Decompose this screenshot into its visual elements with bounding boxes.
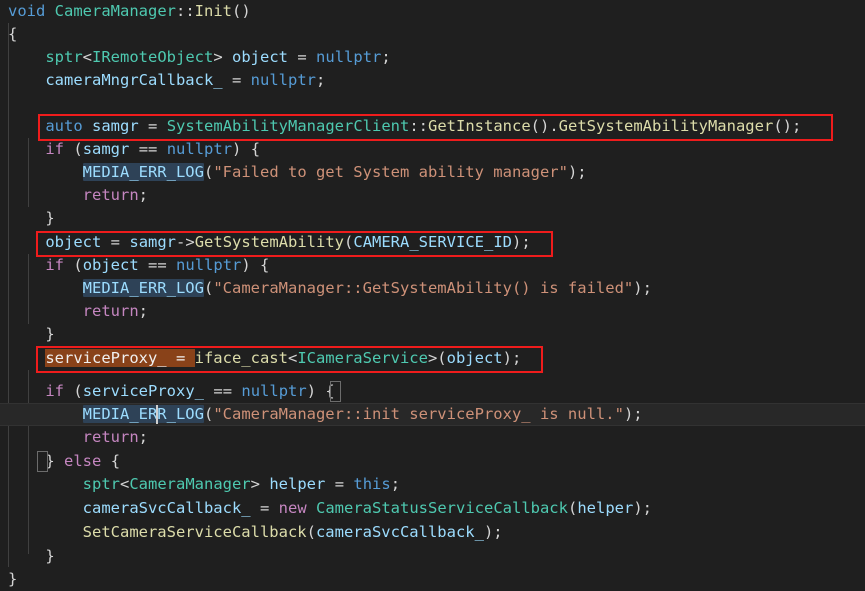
code-line-19[interactable]: return; [0,426,865,449]
code-line-21[interactable]: sptr<CameraManager> helper = this; [0,473,865,496]
code-line-9[interactable]: return; [0,184,865,207]
code-line-25[interactable]: } [0,568,865,591]
code-line-17[interactable]: if (serviceProxy_ == nullptr) { [0,380,865,403]
code-line-24[interactable]: } [0,545,865,568]
code-line-8[interactable]: MEDIA_ERR_LOG("Failed to get System abil… [0,161,865,184]
code-line-11[interactable]: object = samgr->GetSystemAbility(CAMERA_… [0,231,865,254]
token-macro: MEDIA_ERR_LOG [82,163,204,181]
code-line-14[interactable]: return; [0,300,865,323]
code-line-5[interactable] [0,92,865,115]
text-caret [156,405,158,424]
token-keyword: void [8,2,46,20]
code-line-18[interactable]: MEDIA_ERR_LOG("CameraManager::init servi… [0,403,865,426]
token-string: "Failed to get System ability manager" [213,163,568,181]
code-line-13[interactable]: MEDIA_ERR_LOG("CameraManager::GetSystemA… [0,277,865,300]
code-lines[interactable]: void CameraManager::Init() { sptr<IRemot… [0,0,865,591]
code-line-10[interactable]: } [0,207,865,230]
code-line-16[interactable]: serviceProxy_ = iface_cast<ICameraServic… [0,347,865,370]
code-line-12[interactable]: if (object == nullptr) { [0,254,865,277]
token-type: CameraManager [54,2,176,20]
code-line-3[interactable]: sptr<IRemoteObject> object = nullptr; [0,46,865,69]
token-function: Init [194,2,232,20]
selected-text[interactable]: serviceProxy_ = [45,349,195,367]
code-line-22[interactable]: cameraSvcCallback_ = new CameraStatusSer… [0,497,865,520]
code-line-4[interactable]: cameraMngrCallback_ = nullptr; [0,69,865,92]
code-line-23[interactable]: SetCameraServiceCallback(cameraSvcCallba… [0,521,865,544]
code-line-6[interactable]: auto samgr = SystemAbilityManagerClient:… [0,115,865,138]
code-line-1[interactable]: void CameraManager::Init() [0,0,865,23]
code-line-20[interactable]: } else { [0,450,865,473]
code-editor[interactable]: void CameraManager::Init() { sptr<IRemot… [0,0,865,591]
code-line-2[interactable]: { [0,23,865,46]
code-line-15[interactable]: } [0,323,865,346]
code-line-7[interactable]: if (samgr == nullptr) { [0,138,865,161]
